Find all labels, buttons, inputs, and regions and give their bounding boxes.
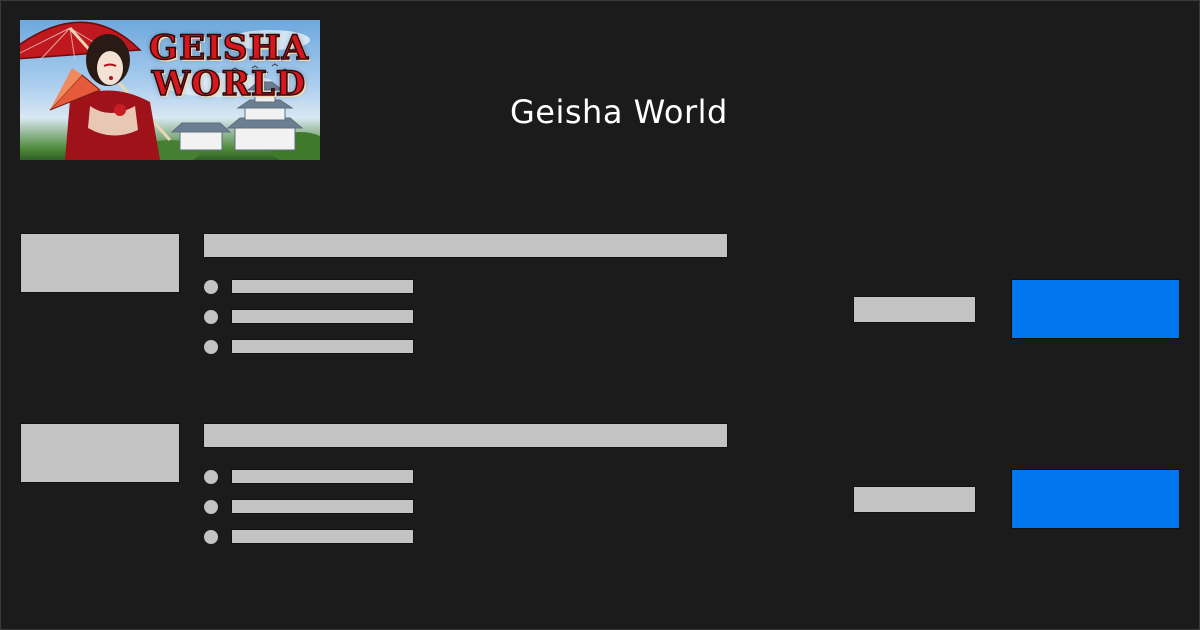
listing-feature xyxy=(231,279,414,294)
listing-feature xyxy=(231,309,414,324)
banner-logo-line1: GEISHA xyxy=(148,28,309,68)
listing-feature xyxy=(231,499,414,514)
listing-feature xyxy=(231,529,414,544)
listing-thumbnail[interactable] xyxy=(20,423,180,483)
page-title: Geisha World xyxy=(510,93,728,131)
game-banner-image: GEISHA WORLD xyxy=(20,20,320,160)
listing-title[interactable] xyxy=(203,423,728,448)
listing-price xyxy=(853,296,976,323)
bullet-icon xyxy=(204,310,218,324)
listing-feature xyxy=(231,339,414,354)
listing-thumbnail[interactable] xyxy=(20,233,180,293)
bullet-icon xyxy=(204,340,218,354)
bullet-icon xyxy=(204,280,218,294)
bullet-icon xyxy=(204,530,218,544)
buy-button[interactable] xyxy=(1011,469,1180,529)
banner-logo-text: GEISHA WORLD xyxy=(140,28,318,104)
listing-feature xyxy=(231,469,414,484)
buy-button[interactable] xyxy=(1011,279,1180,339)
bullet-icon xyxy=(204,470,218,484)
listing-price xyxy=(853,486,976,513)
bullet-icon xyxy=(204,500,218,514)
listing-title[interactable] xyxy=(203,233,728,258)
banner-logo-line2: WORLD xyxy=(151,64,307,104)
